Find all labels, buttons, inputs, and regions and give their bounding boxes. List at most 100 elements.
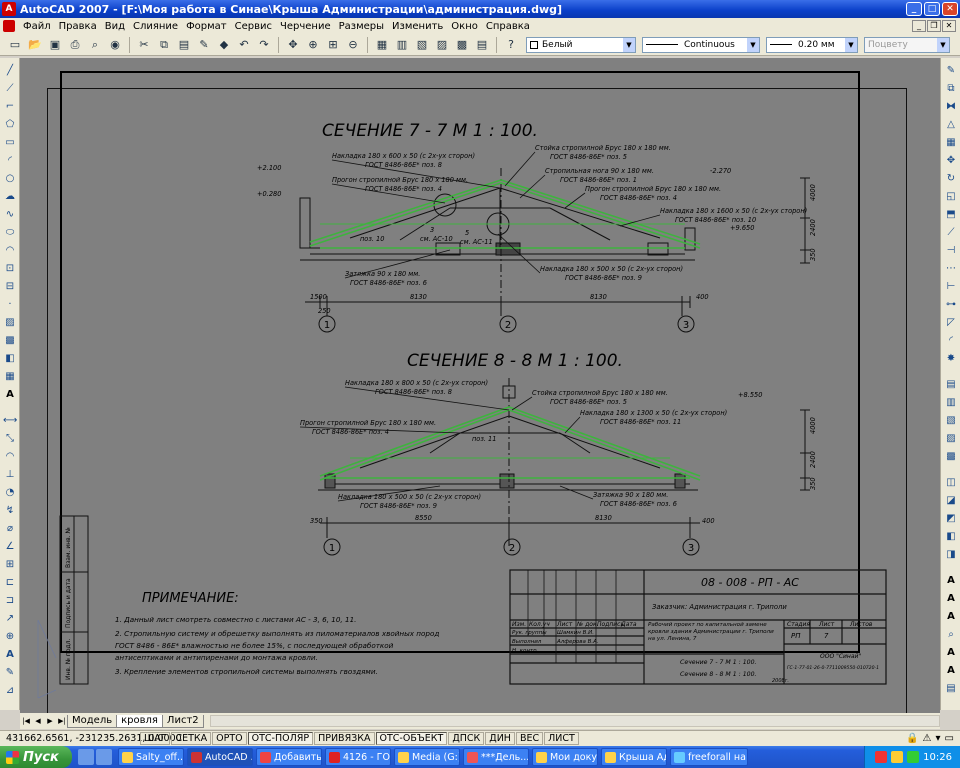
diameter-dim-icon[interactable]: ⌀ bbox=[3, 522, 17, 536]
layer-freeze-icon[interactable]: ◨ bbox=[944, 548, 958, 562]
new-file-icon[interactable]: ▭ bbox=[6, 36, 24, 54]
tray-network-icon[interactable] bbox=[891, 751, 904, 763]
osnap-toggle[interactable]: ПРИВЯЗКА bbox=[314, 732, 375, 745]
polyline-icon[interactable]: ⌐ bbox=[3, 100, 17, 114]
open-file-icon[interactable]: 📂 bbox=[26, 36, 44, 54]
extend-icon[interactable]: ⊣ bbox=[944, 244, 958, 258]
task-salty[interactable]: Salty_off.... bbox=[118, 748, 184, 766]
dim-style-icon[interactable]: ⊿ bbox=[3, 684, 17, 698]
layer-isolate-icon[interactable]: ◩ bbox=[944, 512, 958, 526]
undo-icon[interactable]: ↶ bbox=[235, 36, 253, 54]
dim-text-icon[interactable]: A bbox=[3, 648, 17, 662]
stretch-icon[interactable]: ⬒ bbox=[944, 208, 958, 222]
edit-text-icon[interactable]: A bbox=[944, 610, 958, 624]
array-icon[interactable]: ▦ bbox=[944, 136, 958, 150]
line-icon[interactable]: ╱ bbox=[3, 64, 17, 78]
paper-toggle[interactable]: ЛИСТ bbox=[544, 732, 579, 745]
angular-dim-icon[interactable]: ∠ bbox=[3, 540, 17, 554]
chamfer-icon[interactable]: ◸ bbox=[944, 316, 958, 330]
layer-off-icon[interactable]: ◧ bbox=[944, 530, 958, 544]
tab-krovlya[interactable]: кровля bbox=[116, 714, 163, 728]
menu-dimension[interactable]: Размеры bbox=[335, 21, 388, 32]
design-center-icon[interactable]: ▥ bbox=[393, 36, 411, 54]
ellipse-arc-icon[interactable]: ◠ bbox=[3, 244, 17, 258]
prev-tab-icon[interactable]: ◀ bbox=[32, 715, 44, 727]
publish-icon[interactable]: ◉ bbox=[106, 36, 124, 54]
comm-center-icon[interactable]: ⚠ bbox=[923, 733, 932, 744]
lwt-toggle[interactable]: ВЕС bbox=[515, 732, 544, 745]
draworder-front-icon[interactable]: ▤ bbox=[944, 378, 958, 392]
radius-dim-icon[interactable]: ◔ bbox=[3, 486, 17, 500]
quick-dim-icon[interactable]: ⊞ bbox=[3, 558, 17, 572]
fillet-icon[interactable]: ◜ bbox=[944, 334, 958, 348]
maximize-button[interactable]: □ bbox=[924, 2, 940, 16]
mtext-icon[interactable]: A bbox=[3, 388, 17, 402]
polygon-icon[interactable]: ⬠ bbox=[3, 118, 17, 132]
properties-icon[interactable]: ▦ bbox=[373, 36, 391, 54]
text-front-icon[interactable]: ▩ bbox=[944, 450, 958, 464]
zoom-previous-icon[interactable]: ⊖ bbox=[344, 36, 362, 54]
task-media[interactable]: Media (G:) bbox=[394, 748, 460, 766]
draworder-back-icon[interactable]: ▥ bbox=[944, 396, 958, 410]
color-combo[interactable]: Белый ▼ bbox=[526, 36, 636, 53]
menu-draw[interactable]: Черчение bbox=[276, 21, 335, 32]
copy-icon[interactable]: ⧉ bbox=[155, 36, 173, 54]
minimize-button[interactable]: _ bbox=[906, 2, 922, 16]
point-icon[interactable]: · bbox=[3, 298, 17, 312]
linetype-combo[interactable]: Continuous ▼ bbox=[642, 36, 760, 53]
menu-window[interactable]: Окно bbox=[447, 21, 482, 32]
text-icon[interactable]: A bbox=[944, 574, 958, 588]
task-add[interactable]: Добавить ... bbox=[256, 748, 322, 766]
zoom-realtime-icon[interactable]: ⊕ bbox=[304, 36, 322, 54]
menu-format[interactable]: Формат bbox=[182, 21, 231, 32]
task-del[interactable]: ***Дель... bbox=[463, 748, 529, 766]
ordinate-dim-icon[interactable]: ⊥ bbox=[3, 468, 17, 482]
drawing-area[interactable]: СЕЧЕНИЕ 7 - 7 М 1 : 100. 1 2 3 Накладка … bbox=[20, 58, 940, 713]
aligned-dim-icon[interactable]: ⤡ bbox=[3, 432, 17, 446]
tray-app-icon[interactable] bbox=[875, 751, 888, 763]
menu-view[interactable]: Вид bbox=[101, 21, 129, 32]
quick-launch-browser-icon[interactable] bbox=[96, 749, 112, 765]
move-icon[interactable]: ✥ bbox=[944, 154, 958, 168]
draworder-under-icon[interactable]: ▨ bbox=[944, 432, 958, 446]
polar-toggle[interactable]: ОТС-ПОЛЯР bbox=[247, 732, 314, 745]
block-editor-icon[interactable]: ◆ bbox=[215, 36, 233, 54]
join-icon[interactable]: ⊶ bbox=[944, 298, 958, 312]
tray-volume-icon[interactable] bbox=[907, 751, 920, 763]
tolerance-icon[interactable]: ⊕ bbox=[3, 630, 17, 644]
doc-minimize-button[interactable]: _ bbox=[912, 20, 926, 32]
single-text-icon[interactable]: A bbox=[944, 592, 958, 606]
menu-merge[interactable]: Слияние bbox=[129, 21, 182, 32]
markup-icon[interactable]: ▩ bbox=[453, 36, 471, 54]
menu-edit[interactable]: Правка bbox=[55, 21, 101, 32]
task-freeforall[interactable]: freeforall на Server bbox=[670, 748, 748, 766]
ducs-toggle[interactable]: ДПСК bbox=[448, 732, 485, 745]
linear-dim-icon[interactable]: ⟷ bbox=[3, 414, 17, 428]
menu-tools[interactable]: Сервис bbox=[231, 21, 276, 32]
zoom-window-icon[interactable]: ⊞ bbox=[324, 36, 342, 54]
arc-length-icon[interactable]: ◠ bbox=[3, 450, 17, 464]
snap-toggle[interactable]: ШАГ bbox=[140, 732, 171, 745]
layer-match-icon[interactable]: ◪ bbox=[944, 494, 958, 508]
text-style-icon[interactable]: A bbox=[944, 646, 958, 660]
menu-modify[interactable]: Изменить bbox=[388, 21, 447, 32]
copy-object-icon[interactable]: ⧉ bbox=[944, 82, 958, 96]
lock-icon[interactable]: 🔒 bbox=[906, 733, 918, 744]
doc-restore-button[interactable]: ❐ bbox=[927, 20, 941, 32]
clock[interactable]: 10:26 bbox=[923, 752, 952, 763]
doc-close-button[interactable]: ✕ bbox=[942, 20, 956, 32]
arc-icon[interactable]: ◜ bbox=[3, 154, 17, 168]
baseline-dim-icon[interactable]: ⊏ bbox=[3, 576, 17, 590]
make-block-icon[interactable]: ⊟ bbox=[3, 280, 17, 294]
rotate-icon[interactable]: ↻ bbox=[944, 172, 958, 186]
find-text-icon[interactable]: ⌕ bbox=[944, 628, 958, 642]
redo-icon[interactable]: ↷ bbox=[255, 36, 273, 54]
plotstyle-combo[interactable]: Поцвету ▼ bbox=[864, 36, 950, 53]
sheet-set-icon[interactable]: ▨ bbox=[433, 36, 451, 54]
quick-launch-desktop-icon[interactable] bbox=[78, 749, 94, 765]
tab-model[interactable]: Модель bbox=[67, 714, 118, 728]
cut-icon[interactable]: ✂ bbox=[135, 36, 153, 54]
rectangle-icon[interactable]: ▭ bbox=[3, 136, 17, 150]
lineweight-combo[interactable]: 0.20 мм ▼ bbox=[766, 36, 858, 53]
leader-icon[interactable]: ↗ bbox=[3, 612, 17, 626]
